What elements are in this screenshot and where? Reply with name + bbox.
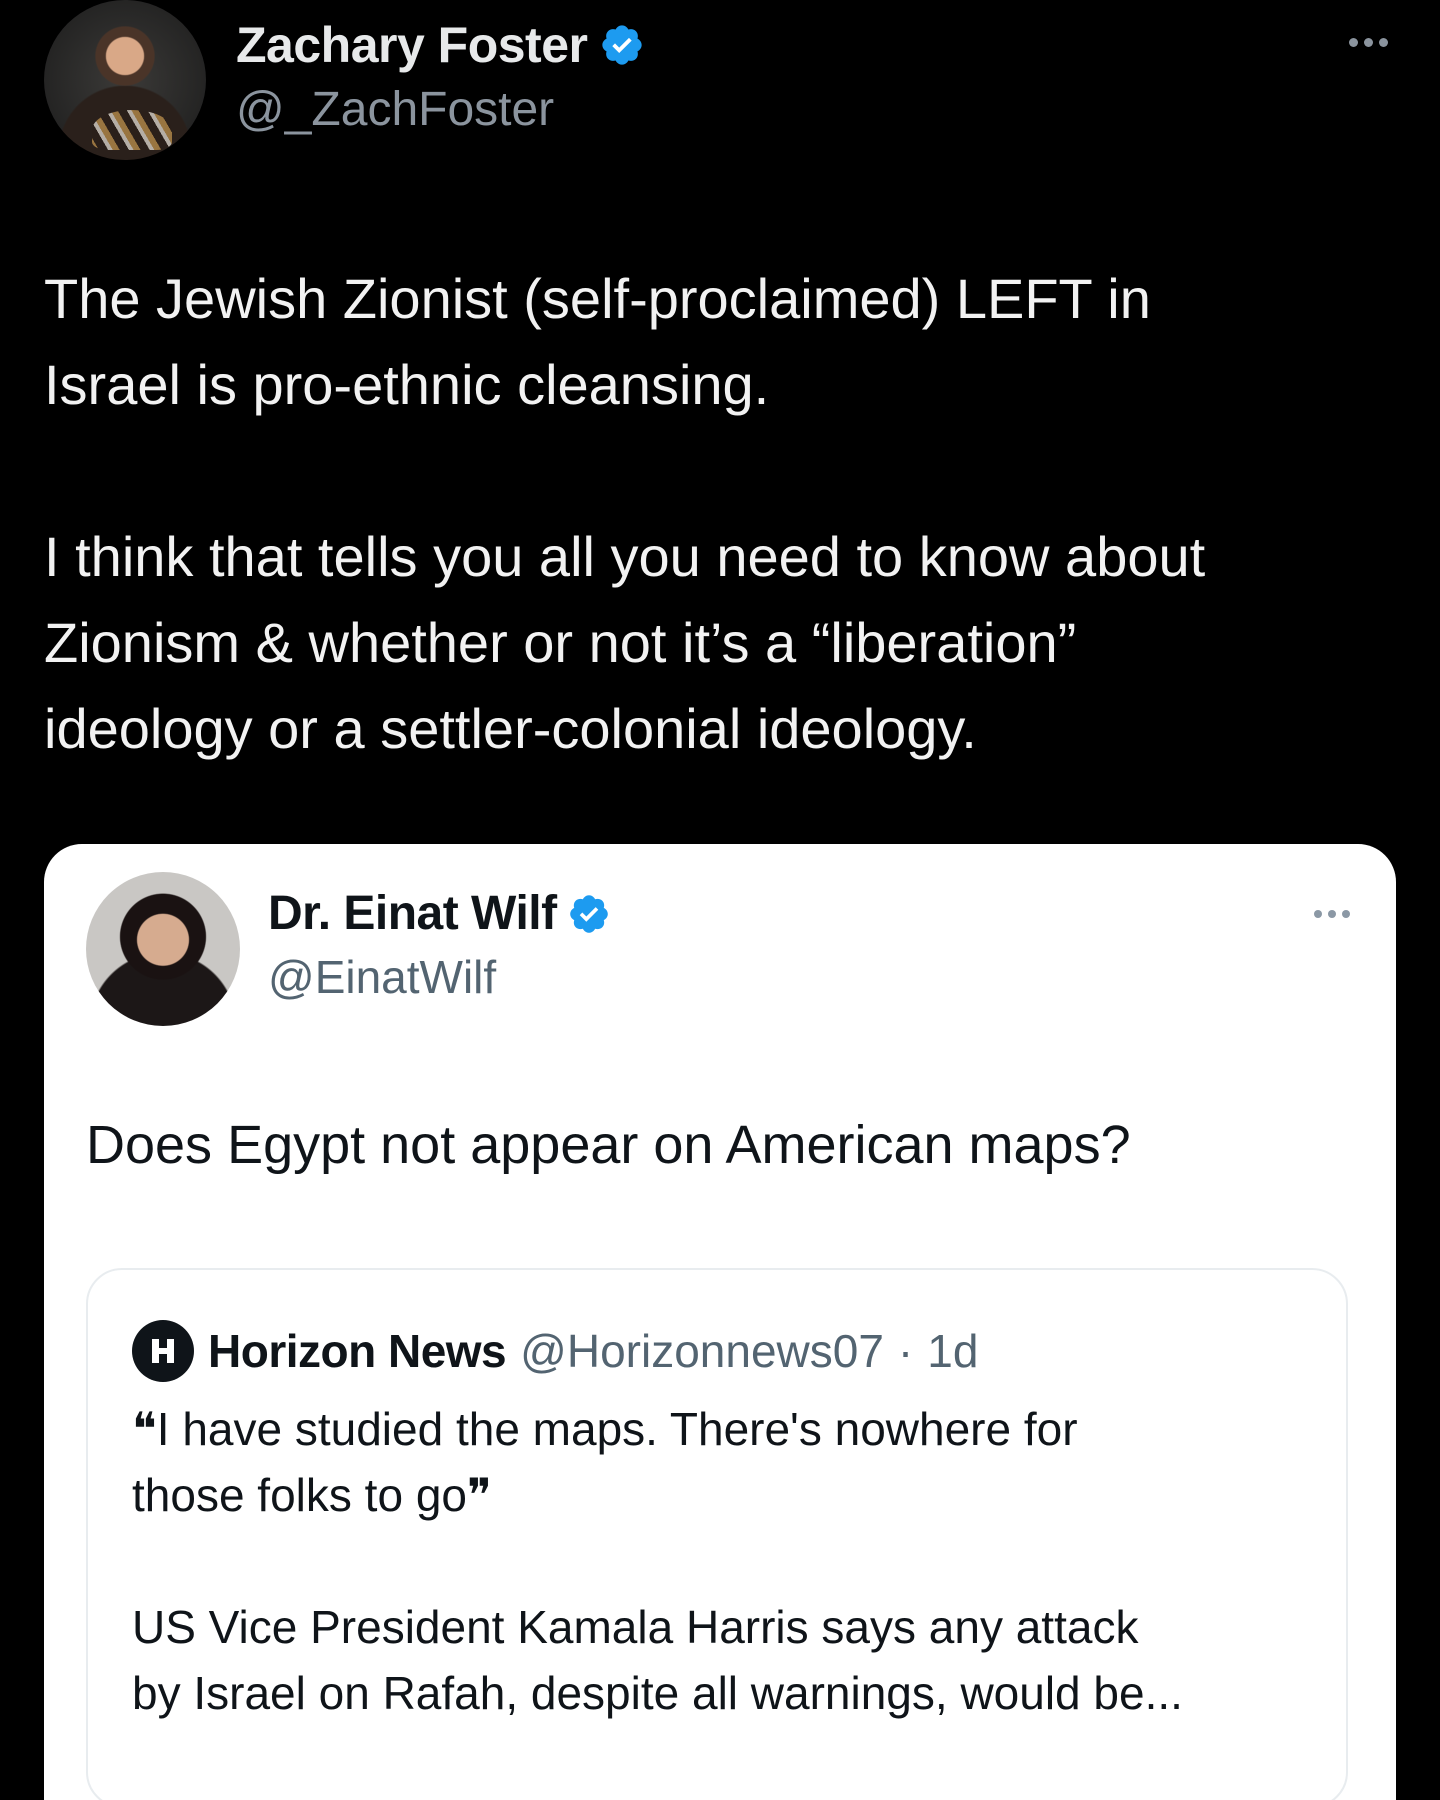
- author-handle[interactable]: @_ZachFoster: [236, 82, 554, 137]
- separator-dot: ·: [897, 1325, 914, 1377]
- author-name-row: Zachary Foster: [236, 16, 645, 74]
- verified-badge-icon: [569, 894, 608, 933]
- horizon-news-logo-icon[interactable]: [132, 1320, 194, 1382]
- nested-timestamp[interactable]: 1d: [927, 1324, 978, 1378]
- avatar-shirt-pattern: [92, 110, 172, 150]
- author-name[interactable]: Zachary Foster: [236, 16, 588, 74]
- tweet-text: The Jewish Zionist (self-proclaimed) LEF…: [44, 267, 1206, 760]
- h-letter-icon: [152, 1339, 174, 1363]
- quoted-author-handle[interactable]: @EinatWilf: [268, 950, 496, 1004]
- quoted-author-name-row: Dr. Einat Wilf: [268, 886, 611, 941]
- nested-quote-text: ❝I have studied the maps. There's nowher…: [132, 1403, 1183, 1719]
- nested-quote-header: Horizon News @Horizonnews07 · 1d: [132, 1320, 978, 1382]
- more-dot: [1349, 38, 1358, 47]
- more-options-icon[interactable]: [1349, 38, 1388, 47]
- more-dot: [1342, 910, 1350, 918]
- more-dot: [1314, 910, 1322, 918]
- more-dot: [1364, 38, 1373, 47]
- nested-quote-card[interactable]: Horizon News @Horizonnews07 · 1d ❝I have s…: [86, 1268, 1348, 1800]
- nested-author-handle[interactable]: @Horizonnews07: [520, 1324, 884, 1378]
- more-dot: [1328, 910, 1336, 918]
- more-options-icon[interactable]: [1314, 910, 1350, 918]
- quoted-author-name[interactable]: Dr. Einat Wilf: [268, 886, 557, 941]
- verified-badge-icon: [602, 25, 643, 65]
- more-dot: [1379, 38, 1388, 47]
- quoted-tweet-card[interactable]: Dr. Einat Wilf @EinatWilf Does Egypt not…: [44, 844, 1396, 1800]
- tweet-screenshot: Zachary Foster @_ZachFoster The Jewish Z…: [0, 0, 1440, 1800]
- quoted-tweet-text: Does Egypt not appear on American maps?: [86, 1115, 1131, 1175]
- nested-author-name[interactable]: Horizon News: [208, 1324, 507, 1378]
- author-avatar[interactable]: [44, 0, 206, 160]
- quoted-author-avatar[interactable]: [86, 872, 240, 1026]
